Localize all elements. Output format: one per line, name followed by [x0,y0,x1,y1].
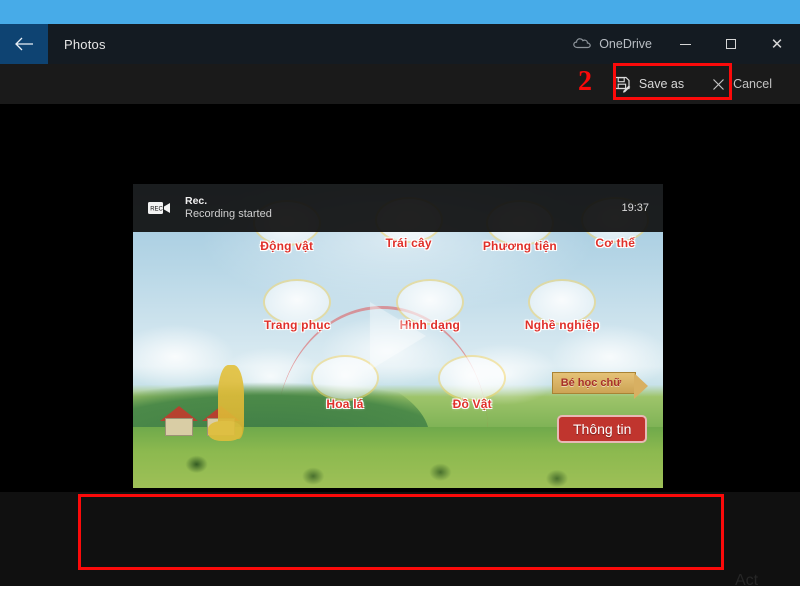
onedrive-label: OneDrive [599,37,652,51]
save-disk-pencil-icon [614,76,631,93]
back-button[interactable] [0,24,48,64]
save-as-label: Save as [639,77,684,91]
notification-time: 19:37 [621,202,649,214]
save-as-button[interactable]: Save as [602,68,696,100]
video-frame[interactable]: Động vật Trái cây Phương tiện Cơ thể Tra… [133,184,663,488]
maximize-icon [726,39,736,49]
photos-app-window: Photos OneDrive ✕ [0,0,800,600]
category-label-phuong-tien[interactable]: Phương tiện [483,239,557,253]
giraffe-graphic [218,365,244,439]
close-x-icon [712,78,725,91]
close-icon: ✕ [771,37,784,52]
onedrive-status[interactable]: OneDrive [563,24,662,64]
play-triangle-icon[interactable] [370,302,426,370]
close-button[interactable]: ✕ [754,24,800,64]
category-label-trai-cay[interactable]: Trái cây [385,236,431,250]
recording-notification: REC Rec. Recording started 19:37 [133,184,663,232]
back-arrow-icon [14,36,34,52]
cancel-button[interactable]: Cancel [700,68,784,100]
learn-letters-sign[interactable]: Bé học chữ [552,372,637,394]
annotation-step-two: 2 [578,68,592,96]
cancel-label: Cancel [733,77,772,91]
notification-text: Rec. Recording started [185,195,272,222]
title-bar: Photos OneDrive ✕ [0,24,800,64]
notification-title: Rec. [185,195,272,208]
page-title: Photos [48,24,106,64]
command-bar: Save as Cancel [0,64,800,104]
trim-bar: 0:00 0:06 [0,492,800,600]
onedrive-cloud-icon [573,36,591,52]
category-label-hoa-la[interactable]: Hoa lá [326,397,363,411]
category-label-trang-phuc[interactable]: Trang phục [264,318,331,332]
maximize-button[interactable] [708,24,754,64]
notification-subtitle: Recording started [185,208,272,222]
category-label-do-vat[interactable]: Đồ Vật [453,397,492,411]
minimize-icon [680,44,691,45]
category-label-dong-vat[interactable]: Động vật [260,239,313,253]
page-bottom-margin [0,586,800,600]
info-button[interactable]: Thông tin [557,415,647,443]
category-label-co-the[interactable]: Cơ thể [595,236,635,250]
house-graphic [160,406,198,436]
category-bubble[interactable] [313,357,377,399]
minimize-button[interactable] [662,24,708,64]
category-label-nghe-nghiep[interactable]: Nghề nghiệp [525,318,600,332]
accent-strip [0,0,800,24]
window-controls: ✕ [662,24,800,64]
rec-camera-icon: REC [147,198,173,218]
video-stage[interactable]: Động vật Trái cây Phương tiện Cơ thể Tra… [0,104,800,492]
svg-text:REC: REC [150,207,163,213]
titlebar-spacer [106,24,564,64]
